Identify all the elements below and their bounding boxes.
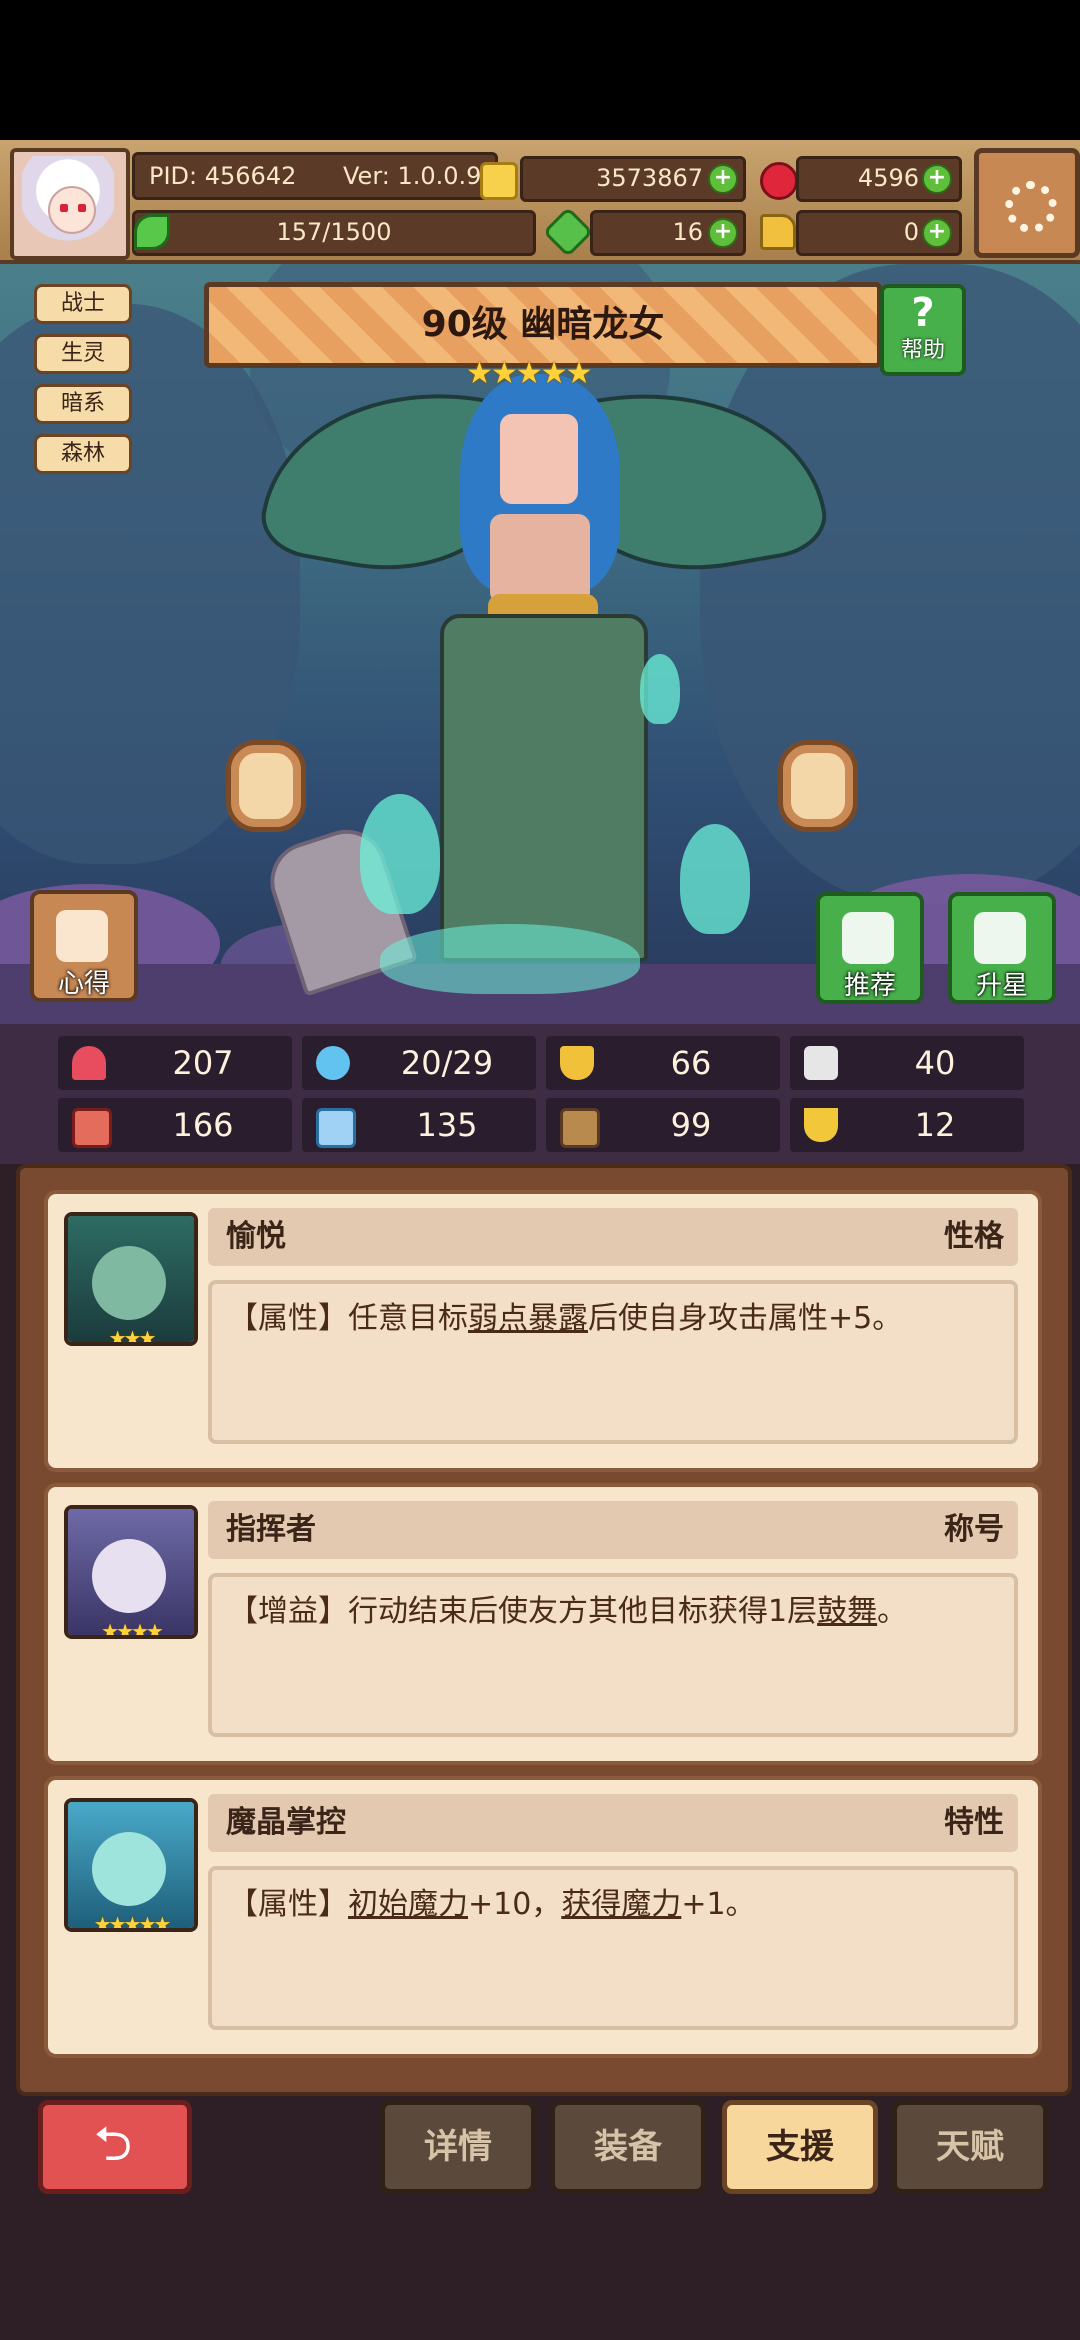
stamina-bar: 157/1500 [132, 210, 536, 256]
ruby-amount: 4596 [857, 164, 919, 192]
support-title-bar: 指挥者 称号 [208, 1501, 1018, 1559]
support-type: 特性 [944, 1805, 1004, 1840]
stat-attack: 166 [58, 1098, 292, 1152]
keyword-link[interactable]: 获得魔力 [561, 1887, 681, 1922]
gold-coin-icon [480, 162, 518, 200]
prev-hero-button[interactable] [226, 740, 306, 832]
support-portrait: ★★★★★ [64, 1798, 198, 1932]
support-card[interactable]: ★★★★ 指挥者 称号 【增益】行动结束后使友方其他目标获得1层鼓舞。 [44, 1483, 1042, 1765]
thumbs-up-icon [842, 912, 894, 964]
notes-button[interactable]: 心得 [30, 890, 138, 1002]
help-button[interactable]: ? 帮助 [880, 284, 966, 376]
keyword-link[interactable]: 鼓舞 [817, 1594, 877, 1629]
add-gold-button[interactable]: + [708, 164, 738, 194]
keyword-link[interactable]: 初始魔力 [348, 1887, 468, 1922]
water-drop-icon [316, 1046, 350, 1080]
stat-magic-value: 135 [416, 1106, 478, 1144]
back-button[interactable]: ⮌ [38, 2100, 192, 2194]
add-clover-button[interactable]: + [708, 218, 738, 248]
shield-icon [560, 1046, 594, 1080]
support-description-box: 【增益】行动结束后使友方其他目标获得1层鼓舞。 [208, 1573, 1018, 1737]
support-rank-stars: ★★★ [108, 1326, 157, 1346]
keyword-link[interactable]: 弱点暴露 [468, 1301, 588, 1336]
support-type: 称号 [944, 1512, 1004, 1547]
pid-field: PID: 456642 Ver: 1.0.0.9 [132, 152, 498, 200]
stamina-leaf-icon [134, 214, 170, 250]
tag-region: 森林 [34, 434, 132, 474]
spellbook-icon [316, 1108, 356, 1148]
stat-attack-value: 166 [172, 1106, 234, 1144]
stat-mana-value: 20/29 [400, 1044, 494, 1082]
stat-armor: 99 [546, 1098, 780, 1152]
settings-button[interactable] [974, 148, 1080, 258]
support-name: 愉悦 [226, 1219, 286, 1254]
support-description: 【增益】行动结束后使友方其他目标获得1层鼓舞。 [228, 1594, 908, 1629]
wing-icon [804, 1046, 838, 1080]
recommend-label: 推荐 [843, 971, 896, 1001]
support-card[interactable]: ★★★ 愉悦 性格 【属性】任意目标弱点暴露后使自身攻击属性+5。 [44, 1190, 1042, 1472]
support-portrait: ★★★ [64, 1212, 198, 1346]
gear-icon [1005, 181, 1057, 233]
boot-amount: 0 [903, 218, 919, 246]
upgrade-star-label: 升星 [975, 971, 1028, 1001]
status-bar [0, 0, 1080, 140]
support-description-box: 【属性】任意目标弱点暴露后使自身攻击属性+5。 [208, 1280, 1018, 1444]
stat-defense: 66 [546, 1036, 780, 1090]
fist-icon [72, 1108, 112, 1148]
player-avatar[interactable] [10, 148, 130, 260]
stat-speed-value: 40 [914, 1044, 956, 1082]
gold-amount: 3573867 [596, 164, 703, 192]
tag-class: 战士 [34, 284, 132, 324]
return-arrow-icon: ⮌ [93, 2116, 133, 2172]
question-icon: ? [911, 290, 935, 336]
support-type: 性格 [944, 1219, 1004, 1254]
stat-defense-value: 66 [670, 1044, 712, 1082]
stat-luck-value: 12 [914, 1106, 956, 1144]
tab-support[interactable]: 支援 [722, 2100, 878, 2194]
hero-star-rating: ★★★★★ [466, 356, 592, 391]
stat-hp-value: 207 [172, 1044, 234, 1082]
version-label: Ver: 1.0.0.9 [343, 162, 482, 190]
add-ruby-button[interactable]: + [922, 164, 952, 194]
tag-element: 暗系 [34, 384, 132, 424]
stamina-value: 157/1500 [276, 218, 392, 246]
notes-label: 心得 [57, 969, 110, 999]
support-rank-stars: ★★★★ [101, 1619, 164, 1639]
stat-speed: 40 [790, 1036, 1024, 1090]
support-title-bar: 魔晶掌控 特性 [208, 1794, 1018, 1852]
support-description: 【属性】任意目标弱点暴露后使自身攻击属性+5。 [228, 1301, 903, 1336]
armor-icon [560, 1108, 600, 1148]
support-description-box: 【属性】初始魔力+10，获得魔力+1。 [208, 1866, 1018, 2030]
support-card[interactable]: ★★★★★ 魔晶掌控 特性 【属性】初始魔力+10，获得魔力+1。 [44, 1776, 1042, 2058]
support-rank-stars: ★★★★★ [93, 1912, 172, 1932]
add-boot-button[interactable]: + [922, 218, 952, 248]
help-label: 帮助 [900, 338, 945, 363]
clover-amount: 16 [672, 218, 703, 246]
stat-mana: 20/29 [302, 1036, 536, 1090]
ruby-icon [760, 162, 798, 200]
star-icon [974, 912, 1026, 964]
tab-details[interactable]: 详情 [380, 2100, 536, 2194]
upgrade-star-button[interactable]: 升星 [948, 892, 1056, 1004]
hero-title: 90级 幽暗龙女 [421, 304, 665, 345]
tag-race: 生灵 [34, 334, 132, 374]
stat-hp: 207 [58, 1036, 292, 1090]
support-portrait: ★★★★ [64, 1505, 198, 1639]
stat-luck: 12 [790, 1098, 1024, 1152]
next-hero-button[interactable] [778, 740, 858, 832]
tab-talent[interactable]: 天赋 [892, 2100, 1048, 2194]
stat-magic: 135 [302, 1098, 536, 1152]
support-title-bar: 愉悦 性格 [208, 1208, 1018, 1266]
heart-icon [72, 1046, 106, 1080]
support-name: 魔晶掌控 [226, 1805, 346, 1840]
stat-armor-value: 99 [670, 1106, 712, 1144]
pid-label: PID: 456642 [149, 162, 297, 190]
support-description: 【属性】初始魔力+10，获得魔力+1。 [228, 1887, 756, 1922]
horseshoe-icon [804, 1108, 838, 1142]
support-name: 指挥者 [226, 1512, 316, 1547]
notes-icon [56, 910, 108, 962]
boot-icon [760, 214, 796, 250]
tab-equipment[interactable]: 装备 [550, 2100, 706, 2194]
recommend-button[interactable]: 推荐 [816, 892, 924, 1004]
